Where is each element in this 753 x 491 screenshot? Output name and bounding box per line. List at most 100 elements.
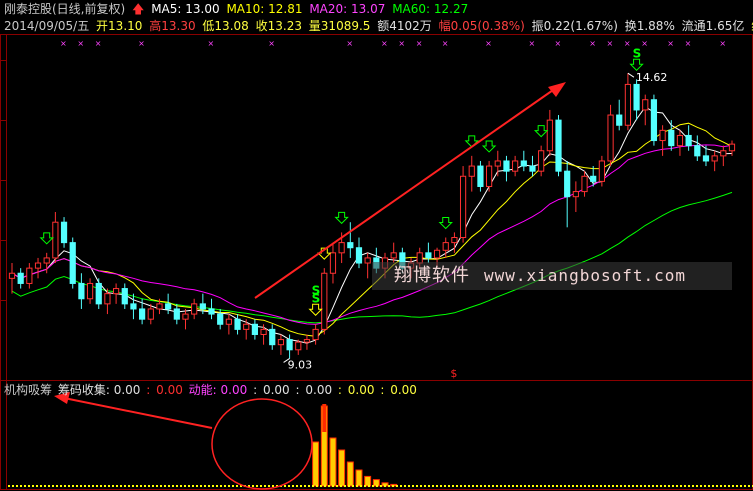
candle-body	[529, 165, 536, 172]
candle-body	[329, 252, 337, 274]
candle-body	[130, 303, 137, 310]
candle-body	[685, 134, 692, 147]
watermark-cn: 翔博软件	[394, 265, 470, 286]
candle-body	[572, 191, 579, 198]
candle-body	[225, 318, 232, 325]
candle-body	[650, 99, 658, 142]
arrow-up-icon: 🡅	[132, 2, 145, 16]
candle-body	[494, 160, 501, 167]
candle-body	[616, 114, 623, 126]
top-signal-marker: ×	[607, 39, 614, 48]
candle-body	[199, 303, 206, 310]
candle-body	[303, 339, 311, 343]
candle-body	[208, 308, 215, 315]
candle-body	[624, 83, 632, 126]
trend-arrowhead	[548, 82, 566, 97]
indicator-bar	[338, 449, 346, 487]
buy-arrow-icon	[308, 303, 323, 316]
candle-body	[355, 247, 363, 264]
candle-body	[121, 288, 128, 305]
indicator-bar	[329, 437, 337, 487]
high-pointer	[627, 72, 635, 78]
ma60-line	[11, 191, 733, 324]
quote-change: 幅0.05(0.38%)	[438, 19, 525, 33]
low-price-label: 9.03	[288, 358, 313, 371]
candle-body	[468, 165, 475, 177]
highlight-circle	[211, 398, 313, 490]
top-signal-marker: ×	[60, 39, 67, 48]
candle-body	[442, 242, 449, 251]
candle-body	[43, 257, 50, 264]
candle-body	[243, 323, 250, 330]
indicator-name[interactable]: 机构吸筹	[4, 383, 52, 397]
buy-arrow-icon	[464, 135, 479, 148]
candle-body	[112, 288, 120, 295]
indicator-bar	[346, 461, 354, 487]
candle-body	[139, 308, 146, 320]
quote-float: 流通1.65亿	[681, 19, 745, 33]
candle-body	[147, 308, 154, 320]
candle-body	[564, 170, 571, 198]
indicator-bar	[364, 475, 372, 487]
candle-body	[451, 237, 458, 244]
candle-body	[165, 303, 172, 310]
stock-chart-window: × × × × × × × × × × × × × × × × × × × × × 14.62 9.03 S S S $ 刚泰控股(…	[0, 0, 753, 491]
candle-body	[234, 318, 241, 330]
indicator-peak	[322, 404, 327, 432]
indicator-sep2: :	[253, 383, 258, 397]
indicator-sep5: :	[380, 383, 385, 397]
candle-body	[546, 119, 553, 152]
watermark: 翔博软件 www.xiangbosoft.com	[372, 262, 732, 290]
quote-turnover: 换1.88%	[624, 19, 675, 33]
candle-body	[321, 272, 328, 330]
top-signal-marker: ×	[624, 39, 631, 48]
ma20-line	[11, 144, 733, 325]
indicator-v5: 0.00	[390, 383, 417, 397]
candle-body	[668, 129, 675, 147]
top-signal-marker: ×	[138, 39, 145, 48]
candle-body	[295, 341, 302, 351]
top-signal-marker: ×	[485, 39, 492, 48]
quote-amount: 额4102万	[377, 19, 432, 33]
indicator-item2: 动能: 0.00	[188, 383, 248, 397]
candle-body	[694, 145, 701, 157]
ma10-line	[11, 122, 733, 337]
top-signal-marker: ×	[398, 39, 405, 48]
candle-body	[590, 175, 597, 182]
candle-body	[338, 242, 345, 254]
indicator-bar	[312, 441, 320, 487]
top-signal-marker: ×	[685, 39, 692, 48]
buy-arrow-icon	[334, 211, 349, 225]
quote-volume: 量31089.5	[308, 19, 371, 33]
indicator-v1: 0.00	[156, 383, 183, 397]
top-signal-marker: ×	[346, 39, 353, 48]
buy-arrow-icon	[438, 217, 453, 230]
candle-body	[17, 272, 24, 284]
candle-body	[251, 323, 258, 335]
candlestick-chart[interactable]: × × × × × × × × × × × × × × × × × × × × ×14.629.03SSS$	[0, 0, 753, 491]
top-signal-marker: ×	[208, 39, 215, 48]
candle-body	[598, 160, 605, 182]
ma10-label: MA10: 12.81	[226, 2, 303, 16]
candle-body	[520, 160, 527, 167]
buy-arrow-icon	[39, 232, 54, 245]
candle-body	[633, 83, 640, 111]
top-signal-marker: ×	[442, 39, 449, 48]
quote-bar: 2014/09/05/五 开13.10 高13.30 低13.08 收13.23…	[0, 17, 753, 35]
watermark-url: www.xiangbosoft.com	[484, 266, 687, 285]
candle-body	[538, 150, 545, 172]
candle-body	[260, 328, 267, 335]
top-signal-marker: ×	[416, 39, 423, 48]
indicator-v4: 0.00	[347, 383, 375, 397]
candle-body	[156, 303, 163, 310]
candle-body	[555, 119, 562, 172]
quote-low: 低13.08	[202, 19, 249, 33]
top-signal-marker: ×	[528, 39, 535, 48]
candle-body	[728, 143, 736, 152]
candle-body	[642, 99, 649, 111]
top-signal-marker: ×	[667, 39, 674, 48]
top-signal-marker: ×	[268, 39, 275, 48]
ma5-label: MA5: 13.00	[151, 2, 220, 16]
candle-body	[390, 252, 397, 259]
stock-title[interactable]: 刚泰控股(日线,前复权)	[4, 2, 125, 16]
